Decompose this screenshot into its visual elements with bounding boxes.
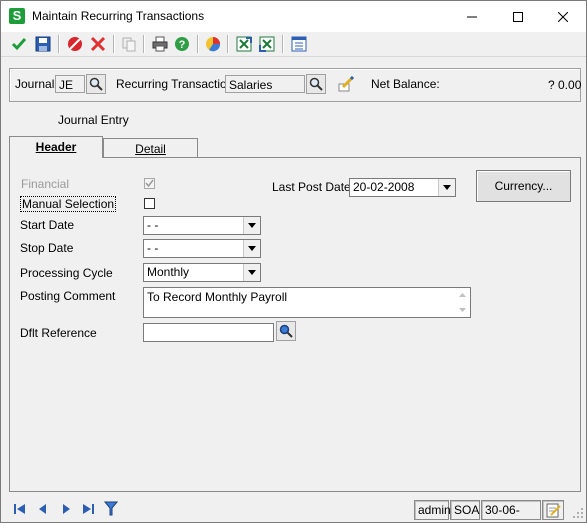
- main-window: S Maintain Recurring Transactions ? Jour…: [0, 0, 587, 523]
- header-tab-page: Financial Manual Selection Last Post Dat…: [9, 157, 581, 492]
- toolbar-separator: [113, 35, 115, 53]
- chevron-down-icon[interactable]: [243, 264, 260, 281]
- manual-selection-checkbox[interactable]: [144, 198, 155, 209]
- toolbar-separator: [143, 35, 145, 53]
- financial-checkbox: [144, 178, 155, 189]
- stop-date-label: Stop Date: [20, 241, 74, 255]
- dflt-reference-label: Dflt Reference: [20, 326, 97, 340]
- posting-comment-textarea[interactable]: To Record Monthly Payroll: [143, 287, 471, 318]
- window-title: Maintain Recurring Transactions: [32, 9, 205, 23]
- resize-grip-icon[interactable]: [572, 507, 584, 522]
- help-icon[interactable]: ?: [172, 34, 192, 54]
- toolbar-separator: [197, 35, 199, 53]
- chevron-down-icon[interactable]: [438, 179, 455, 196]
- magnifier-icon: [89, 77, 103, 91]
- print-icon[interactable]: [150, 34, 170, 54]
- stop-icon[interactable]: [65, 34, 85, 54]
- status-date: 30-06-2008: [481, 500, 541, 522]
- filter-icon[interactable]: [102, 500, 120, 518]
- title-bar: S Maintain Recurring Transactions: [1, 1, 586, 32]
- journal-lookup-button[interactable]: [86, 74, 106, 94]
- toolbar-separator: [282, 35, 284, 53]
- memo-button[interactable]: [336, 74, 356, 94]
- previous-record-icon[interactable]: [34, 500, 52, 518]
- net-balance-value: ? 0.00: [548, 78, 582, 92]
- memo-pencil-icon: [338, 75, 355, 92]
- import-icon[interactable]: [257, 34, 277, 54]
- toolbar-separator: [58, 35, 60, 53]
- textarea-scrollbar[interactable]: [456, 289, 469, 316]
- recurring-transaction-field[interactable]: Salaries: [225, 75, 305, 93]
- last-record-icon[interactable]: [79, 500, 97, 518]
- close-icon: [558, 11, 568, 22]
- processing-cycle-label: Processing Cycle: [20, 266, 113, 280]
- status-company: SOA: [450, 500, 480, 520]
- first-record-icon[interactable]: [11, 500, 29, 518]
- toolbar: ?: [1, 32, 586, 57]
- last-post-date-field[interactable]: 20-02-2008: [349, 178, 456, 197]
- financial-label: Financial: [21, 177, 70, 191]
- chart-icon[interactable]: [203, 34, 223, 54]
- export-icon[interactable]: [234, 34, 254, 54]
- toolbar-separator: [227, 35, 229, 53]
- next-record-icon[interactable]: [57, 500, 75, 518]
- net-balance-label: Net Balance:: [371, 77, 440, 91]
- start-date-label: Start Date: [20, 218, 75, 232]
- accept-check-icon[interactable]: [9, 34, 29, 54]
- delete-x-icon[interactable]: [88, 34, 108, 54]
- key-panel: Journal JE Recurring Transaction Salarie…: [9, 68, 581, 102]
- manual-selection-label: Manual Selection: [20, 196, 117, 212]
- save-disk-icon[interactable]: [33, 34, 53, 54]
- notepad-icon: [546, 503, 561, 518]
- posting-comment-label: Posting Comment: [20, 289, 116, 303]
- minimize-icon: [467, 16, 477, 17]
- journal-label: Journal: [15, 77, 55, 91]
- stop-date-field[interactable]: - -: [143, 239, 261, 258]
- recurring-lookup-button[interactable]: [306, 74, 326, 94]
- status-bar: admin SOA 30-06-2008: [1, 495, 586, 522]
- processing-cycle-select[interactable]: Monthly: [143, 263, 261, 282]
- start-date-field[interactable]: - -: [143, 216, 261, 235]
- close-button[interactable]: [540, 1, 586, 32]
- status-memo-button[interactable]: [542, 500, 564, 520]
- magnifier-icon: [279, 324, 293, 338]
- recurring-transaction-label: Recurring Transaction: [116, 77, 234, 91]
- check-icon: [145, 179, 154, 188]
- minimize-button[interactable]: [449, 1, 495, 32]
- maximize-button[interactable]: [495, 1, 541, 32]
- setup-icon[interactable]: [289, 34, 309, 54]
- status-user: admin: [414, 500, 451, 520]
- chevron-down-icon[interactable]: [243, 217, 260, 234]
- maximize-icon: [513, 11, 523, 22]
- copy-icon[interactable]: [119, 34, 139, 54]
- journal-field[interactable]: JE: [55, 75, 85, 93]
- dflt-reference-lookup-button[interactable]: [276, 321, 296, 341]
- app-logo-icon: S: [9, 8, 25, 24]
- tab-header[interactable]: Header: [9, 136, 103, 158]
- svg-text:?: ?: [179, 39, 186, 51]
- tab-detail[interactable]: Detail: [103, 138, 198, 158]
- chevron-down-icon[interactable]: [243, 240, 260, 257]
- dflt-reference-field[interactable]: [143, 323, 274, 342]
- currency-button[interactable]: Currency...: [476, 170, 571, 202]
- journal-description: Journal Entry: [58, 113, 129, 127]
- last-post-date-label: Last Post Date:: [272, 180, 355, 194]
- magnifier-icon: [309, 77, 323, 91]
